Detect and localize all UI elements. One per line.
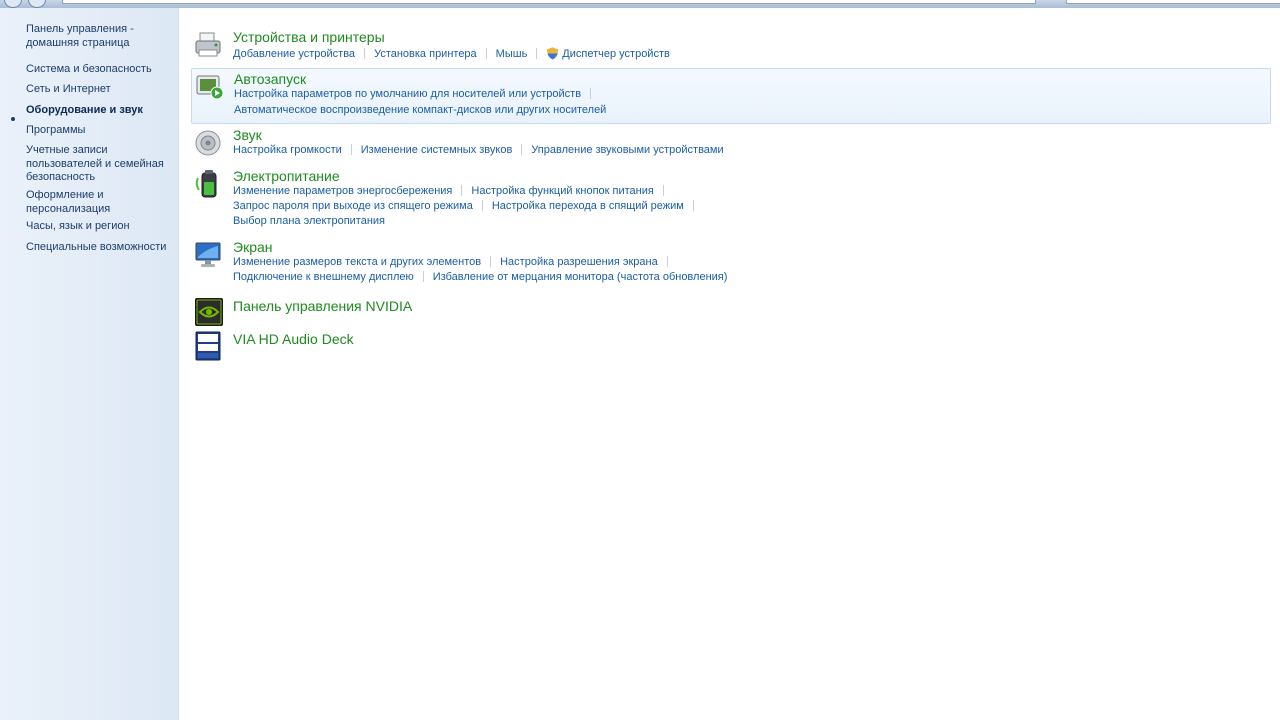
power-links-row-2: Запрос пароля при выходе из спящего режи… — [233, 200, 703, 212]
power-settings-link[interactable]: Изменение параметров энергосбережения — [233, 185, 452, 197]
category-autoplay: Автозапуск Настройка параметров по умолч… — [191, 68, 1271, 124]
autoplay-cd-link[interactable]: Автоматическое воспроизведение компакт-д… — [234, 104, 606, 116]
text-size-link[interactable]: Изменение размеров текста и других элеме… — [233, 256, 481, 268]
nvidia-icon[interactable] — [194, 297, 224, 327]
autoplay-links-row-1: Настройка параметров по умолчанию для но… — [234, 88, 600, 100]
sidebar-item-home[interactable]: Панель управления - домашняя страница — [26, 23, 171, 50]
autoplay-title[interactable]: Автозапуск — [234, 71, 306, 87]
link-separator — [485, 48, 487, 59]
screen-resolution-link[interactable]: Настройка разрешения экрана — [500, 256, 658, 268]
link-separator — [364, 48, 366, 59]
refresh-rate-link[interactable]: Избавление от мерцания монитора (частота… — [433, 271, 728, 283]
link-separator — [662, 185, 664, 196]
link-separator — [692, 200, 694, 211]
add-device-link[interactable]: Добавление устройства — [233, 48, 355, 60]
link-separator — [461, 185, 463, 196]
link-separator — [490, 256, 492, 267]
back-button[interactable] — [4, 0, 22, 8]
wakeup-password-link[interactable]: Запрос пароля при выходе из спящего режи… — [233, 200, 473, 212]
sidebar-item-clock-language[interactable]: Часы, язык и регион — [26, 220, 171, 234]
system-sounds-link[interactable]: Изменение системных звуков — [361, 144, 513, 156]
display-links-row-1: Изменение размеров текста и других элеме… — [233, 256, 677, 268]
autoplay-defaults-link[interactable]: Настройка параметров по умолчанию для но… — [234, 88, 581, 100]
devices-printers-title[interactable]: Устройства и принтеры — [233, 29, 385, 45]
window-toolbar — [0, 0, 1280, 8]
devices-printers-links: Добавление устройства Установка принтера М… — [233, 47, 670, 60]
uac-shield-icon — [547, 47, 559, 60]
category-display: Экран Изменение размеров текста и других… — [191, 238, 1271, 288]
link-separator — [350, 144, 352, 155]
link-separator — [666, 256, 668, 267]
external-display-link[interactable]: Подключение к внешнему дисплею — [233, 271, 414, 283]
autoplay-links-row-2: Автоматическое воспроизведение компакт-д… — [234, 104, 606, 116]
install-printer-link[interactable]: Установка принтера — [374, 48, 477, 60]
link-separator — [481, 200, 483, 211]
sleep-settings-link[interactable]: Настройка перехода в спящий режим — [492, 200, 684, 212]
link-separator — [536, 48, 538, 59]
category-nvidia: Панель управления NVIDIA — [191, 295, 1271, 327]
device-manager-link[interactable]: Диспетчер устройств — [562, 48, 670, 60]
link-separator — [590, 88, 592, 99]
power-plan-link[interactable]: Выбор плана электропитания — [233, 215, 385, 227]
power-links-row-3: Выбор плана электропитания — [233, 215, 385, 227]
sidebar-item-network-internet[interactable]: Сеть и Интернет — [26, 83, 171, 97]
current-item-bullet — [11, 117, 15, 121]
sound-title[interactable]: Звук — [233, 127, 262, 143]
display-links-row-2: Подключение к внешнему дисплею Избавление… — [233, 271, 727, 283]
mouse-link[interactable]: Мышь — [496, 48, 528, 60]
link-separator — [422, 271, 424, 282]
power-links-row-1: Изменение параметров энергосбережения Нас… — [233, 185, 673, 197]
search-box[interactable] — [1066, 0, 1280, 4]
nvidia-title[interactable]: Панель управления NVIDIA — [233, 298, 412, 314]
address-bar[interactable] — [62, 0, 1036, 4]
power-buttons-link[interactable]: Настройка функций кнопок питания — [471, 185, 653, 197]
battery-icon[interactable] — [194, 169, 224, 199]
link-separator — [521, 144, 523, 155]
printer-icon[interactable] — [194, 30, 224, 60]
sidebar-item-accessibility[interactable]: Специальные возможности — [26, 241, 171, 255]
sidebar-item-programs[interactable]: Программы — [26, 124, 171, 138]
forward-button[interactable] — [28, 0, 46, 8]
sidebar-item-user-accounts[interactable]: Учетные записи пользователей и семейная … — [26, 144, 171, 185]
category-power: Электропитание Изменение параметров энер… — [191, 167, 1271, 233]
via-audio-title[interactable]: VIA HD Audio Deck — [233, 331, 354, 347]
speaker-icon[interactable] — [194, 128, 224, 158]
monitor-icon[interactable] — [194, 240, 224, 270]
via-vinyl-icon[interactable] — [194, 331, 224, 361]
audio-devices-link[interactable]: Управление звуковыми устройствами — [531, 144, 723, 156]
display-title[interactable]: Экран — [233, 239, 273, 255]
category-sound: Звук Настройка громкости Изменение систем… — [191, 126, 1271, 162]
category-via-audio: VIA HD Audio Deck — [191, 329, 1271, 361]
sidebar-item-system-security[interactable]: Система и безопасность — [26, 63, 171, 77]
autoplay-icon[interactable] — [195, 71, 225, 101]
category-devices-printers: Устройства и принтеры Добавление устройс… — [191, 28, 1271, 66]
sound-links: Настройка громкости Изменение системных з… — [233, 144, 724, 156]
volume-link[interactable]: Настройка громкости — [233, 144, 342, 156]
sidebar-item-appearance[interactable]: Оформление и персонализация — [26, 189, 171, 216]
power-title[interactable]: Электропитание — [233, 168, 340, 184]
sidebar-item-hardware-sound[interactable]: Оборудование и звук — [26, 104, 171, 118]
